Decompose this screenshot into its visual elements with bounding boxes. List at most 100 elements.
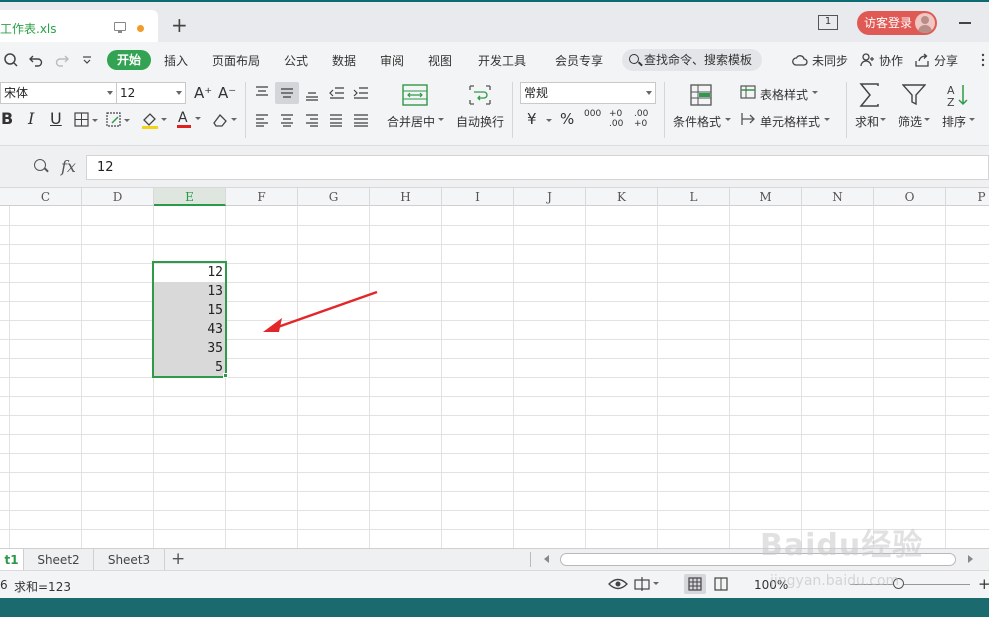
formula-input[interactable]: 12	[86, 155, 989, 180]
align-top-icon[interactable]	[255, 85, 269, 99]
column-header-o[interactable]: O	[874, 188, 946, 206]
status-sum[interactable]: 求和=123	[14, 578, 71, 595]
column-header-g[interactable]: G	[298, 188, 370, 206]
cell-style-icon[interactable]	[740, 112, 756, 126]
monitor-icon[interactable]	[114, 22, 126, 33]
column-header-n[interactable]: N	[802, 188, 874, 206]
column-header-d[interactable]: D	[82, 188, 154, 206]
merge-center-button[interactable]: 合并居中	[387, 113, 435, 130]
column-header-j[interactable]: J	[514, 188, 586, 206]
column-header-i[interactable]: I	[442, 188, 514, 206]
chevron-down-icon[interactable]	[724, 116, 732, 124]
filter-icon[interactable]	[902, 84, 926, 106]
cell-e-13[interactable]: 13	[154, 282, 226, 301]
conditional-format-icon[interactable]	[690, 84, 712, 106]
cell-e-35[interactable]: 35	[154, 339, 226, 358]
chevron-down-icon[interactable]	[879, 116, 887, 124]
thousands-button[interactable]: 000	[584, 109, 601, 119]
tab-data[interactable]: 数据	[332, 52, 356, 69]
tab-review[interactable]: 审阅	[380, 52, 404, 69]
sheet-tab-2[interactable]: Sheet2	[24, 549, 94, 571]
normal-view-button[interactable]	[684, 574, 706, 594]
table-style-button[interactable]: 表格样式	[760, 86, 808, 103]
column-header-p[interactable]: P	[946, 188, 989, 206]
filter-button[interactable]: 筛选	[898, 113, 922, 130]
fill-format-icon[interactable]	[106, 112, 132, 128]
cell-e-15[interactable]: 15	[154, 301, 226, 320]
sum-button[interactable]: 求和	[855, 113, 879, 130]
tab-start[interactable]: 开始	[107, 50, 151, 70]
tab-page-layout[interactable]: 页面布局	[212, 52, 260, 69]
border-icon[interactable]	[74, 112, 100, 128]
scroll-right-icon[interactable]	[968, 555, 973, 563]
sync-status[interactable]: 未同步	[812, 52, 848, 69]
tab-formula[interactable]: 公式	[284, 52, 308, 69]
tab-developer[interactable]: 开发工具	[478, 52, 526, 69]
conditional-format-button[interactable]: 条件格式	[673, 113, 721, 130]
zoom-in-button[interactable]: +	[978, 575, 989, 593]
column-header-k[interactable]: K	[586, 188, 658, 206]
align-left-icon[interactable]	[255, 113, 269, 127]
undo-icon[interactable]	[29, 53, 43, 67]
merge-center-icon[interactable]	[402, 84, 428, 106]
tab-insert[interactable]: 插入	[164, 52, 188, 69]
decrease-font-button[interactable]: A⁻	[218, 85, 236, 101]
share-button[interactable]: 分享	[934, 52, 958, 69]
more-icon[interactable]	[980, 53, 986, 67]
eye-protection-icon[interactable]	[608, 577, 628, 591]
cloud-sync-icon[interactable]	[792, 53, 808, 67]
bold-button[interactable]: B	[1, 111, 13, 127]
chevron-down-icon[interactable]	[823, 116, 831, 124]
preview-icon[interactable]	[3, 52, 19, 68]
cell-e-43[interactable]: 43	[154, 320, 226, 339]
cell-e-12[interactable]: 12	[154, 263, 226, 282]
fill-color-icon[interactable]	[141, 111, 169, 129]
font-color-icon[interactable]: A	[176, 110, 204, 129]
justify-icon[interactable]	[329, 113, 343, 127]
redo-icon[interactable]	[55, 53, 69, 67]
share-icon[interactable]	[915, 53, 929, 67]
distributed-align-icon[interactable]	[353, 113, 369, 127]
add-sheet-button[interactable]: +	[171, 549, 185, 569]
fill-handle[interactable]	[223, 373, 228, 378]
font-size-select[interactable]: 12	[116, 82, 186, 104]
align-bottom-icon[interactable]	[305, 87, 319, 101]
clear-format-icon[interactable]	[211, 111, 239, 129]
quick-access-dropdown-icon[interactable]	[82, 55, 92, 65]
collaborate-button[interactable]: 协作	[879, 52, 903, 69]
sheet-tab-1[interactable]: t1	[0, 549, 24, 571]
document-tab[interactable]: 工作表.xls	[0, 10, 158, 44]
horizontal-scrollbar[interactable]	[560, 553, 956, 566]
spreadsheet-grid[interactable]: C D E F G H I J K L M N O P 12 13 15 43 …	[0, 188, 989, 548]
increase-decimal-button[interactable]: +0 .00	[609, 109, 629, 129]
percent-button[interactable]: %	[560, 111, 574, 127]
zoom-slider-thumb[interactable]	[893, 578, 904, 589]
wrap-text-button[interactable]: 自动换行	[456, 113, 504, 130]
align-right-icon[interactable]	[305, 113, 319, 127]
sum-icon[interactable]	[859, 83, 881, 107]
tab-member[interactable]: 会员专享	[555, 52, 603, 69]
italic-button[interactable]: I	[28, 111, 34, 127]
page-break-view-button[interactable]	[710, 574, 732, 594]
zoom-lens-icon[interactable]	[34, 159, 46, 171]
command-search-input[interactable]: 查找命令、搜索模板	[622, 49, 762, 71]
collaborate-icon[interactable]	[860, 53, 874, 67]
column-header-f[interactable]: F	[226, 188, 298, 206]
column-header-c[interactable]: C	[10, 188, 82, 206]
insert-function-icon[interactable]: fx	[61, 157, 76, 176]
increase-indent-icon[interactable]	[353, 86, 369, 100]
tab-splitter[interactable]	[530, 552, 531, 567]
align-center-icon[interactable]	[280, 113, 294, 127]
decrease-decimal-button[interactable]: .00 +0	[634, 109, 654, 129]
zoom-slider[interactable]	[850, 584, 970, 585]
decrease-indent-icon[interactable]	[329, 86, 345, 100]
increase-font-button[interactable]: A⁺	[194, 85, 212, 101]
underline-button[interactable]: U	[50, 111, 62, 127]
table-style-icon[interactable]	[740, 85, 756, 99]
center-view-icon[interactable]	[634, 577, 660, 591]
number-format-select[interactable]: 常规	[520, 82, 656, 104]
tab-view[interactable]: 视图	[428, 52, 452, 69]
chevron-down-icon[interactable]	[545, 117, 553, 125]
column-header-m[interactable]: M	[730, 188, 802, 206]
sort-button[interactable]: 排序	[942, 113, 966, 130]
